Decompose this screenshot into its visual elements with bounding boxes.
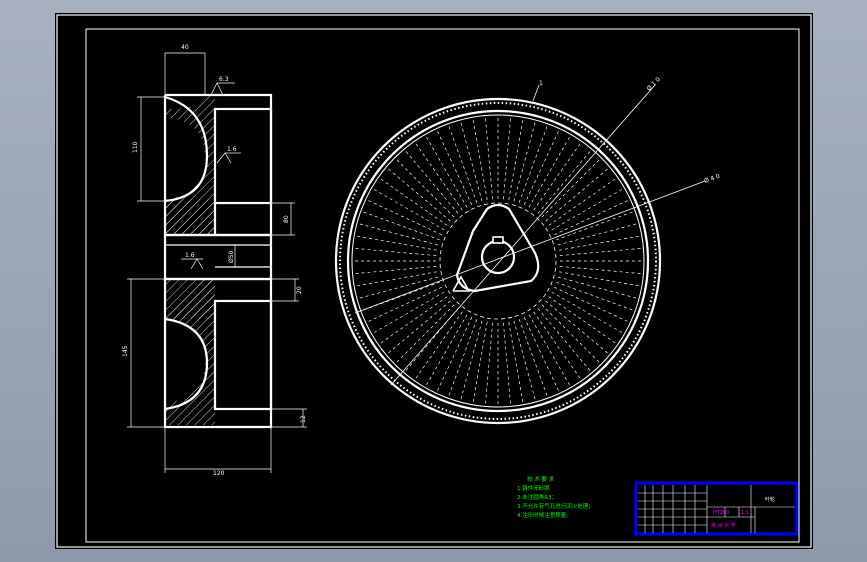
blade-line [379,296,448,344]
tech-notes: 技 术 要 求 1.铸件无砂眼 2.未注圆角R3； 3.不允许有气孔进行回火处理… [517,475,594,519]
lower-pocket [213,299,273,411]
shaft-bore [480,239,516,275]
roughness-3: 1.6 [185,252,195,259]
blade-line [405,150,459,214]
central-bore [163,233,273,281]
title-block: HT200 1:1 常 州 大 学 叶轮 [634,481,799,536]
blade-line [379,178,448,226]
blade-line [358,223,439,246]
blade-line [485,322,493,405]
blade-line [513,320,536,401]
blade-line [508,119,524,200]
blade-line [367,286,442,323]
blade-line [554,286,629,323]
keyway [492,236,504,244]
dim-cup-height: 110 [132,141,139,153]
front-view [334,84,706,425]
upper-pocket [213,107,273,205]
blade-line [503,322,511,405]
upper-hatch-left [165,199,215,235]
blade-line [395,304,455,364]
tech-note-4: 4.注形时候注意质量。 [517,511,572,519]
blade-line [523,317,560,392]
roughness-2: 1.6 [227,146,237,153]
blade-line [559,266,642,274]
blade-line [415,142,463,211]
blade-line [358,276,439,299]
dim-flange-gap: 20 [296,286,303,294]
blade-line [523,130,560,205]
blade-line [485,117,493,200]
blade-line [557,276,638,299]
blade-line [559,235,640,251]
blade-line [551,291,623,334]
tech-notes-title: 技 术 要 求 [527,475,555,483]
blade-line [548,296,617,344]
blade-line [545,168,609,222]
blade-line [537,150,591,214]
dim-outer-dia: Ø 1 0 [645,76,662,93]
blade-line [436,317,473,392]
blade-line [367,199,442,236]
blade-line [559,248,642,256]
blade-line [545,300,609,354]
leader-rim-width [532,84,540,102]
dim-bottom-width: 120 [213,470,225,477]
dim-base-step: 12 [300,415,307,423]
blade-line [508,322,524,403]
dim-rim-width: 1 [539,80,543,87]
blade-line [436,130,473,205]
title-scale: 1:1 [741,510,749,516]
blade-line [373,291,445,334]
leader-outer-dia [390,84,656,386]
dim-lower-height: 145 [122,345,129,357]
dim-shaft: Ø50 [228,250,235,263]
blade-line [415,311,463,380]
blade-line [387,300,451,354]
title-part-name: 叶轮 [765,496,775,503]
blade-line [395,158,455,218]
roughness-1: 6.3 [219,76,229,83]
dim-hub-bore: 80 [283,215,290,223]
dim-top-width: 40 [181,44,189,51]
title-material: HT200 [713,510,729,516]
blade-line [557,223,638,246]
blade-line [356,271,437,287]
blade-line [533,142,581,211]
cad-drawing: 40 110 80 Ø50 20 145 12 120 6.3 1.6 1.6 … [56,14,812,548]
blade-line [541,304,601,364]
blade-line [533,311,581,380]
blade-line [373,188,445,231]
dim-rim-dia: Ø 4 0 [703,173,721,185]
blade-line [356,235,437,251]
blade-line [354,248,437,256]
blade-line [460,320,483,401]
blade-line [551,188,623,231]
tech-note-3: 3.不允许有气孔进行回火处理； [517,502,594,510]
blade-line [503,117,511,200]
blade-line [472,119,488,200]
tech-note-1: 1.铸件无砂眼 [517,484,550,492]
blade-line [513,121,536,202]
blade-line [425,314,468,386]
blade-line [387,168,451,222]
blade-line [554,199,629,236]
blade-line [537,308,591,372]
blade-line [460,121,483,202]
blade-line [354,266,437,274]
title-school: 常 州 大 学 [711,522,736,529]
tech-note-2: 2.未注圆角R3； [517,493,557,501]
blade-line [425,136,468,208]
blade-line [541,158,601,218]
blade-line [528,314,571,386]
blade-line [528,136,571,208]
blade-line [472,322,488,403]
blade-line [559,271,640,287]
section-view [127,52,307,473]
drawing-sheet: 40 110 80 Ø50 20 145 12 120 6.3 1.6 1.6 … [55,13,813,549]
